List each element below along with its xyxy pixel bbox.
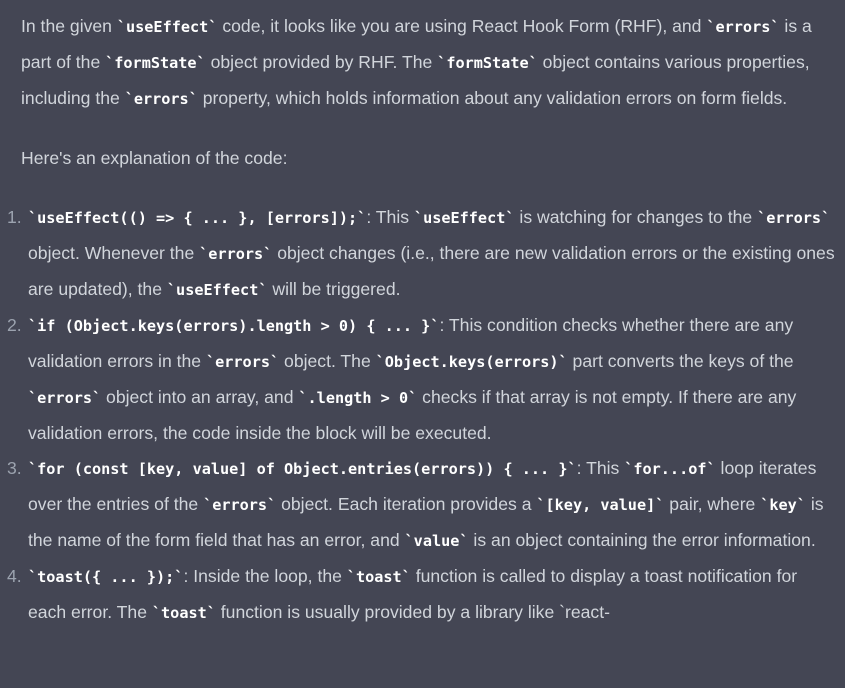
inline-code: `errors` <box>28 389 102 407</box>
inline-code: `Object.keys(errors)` <box>375 353 568 371</box>
inline-code: `if (Object.keys(errors).length > 0) { .… <box>28 317 440 335</box>
list-item: 4. `toast({ ... });`: Inside the loop, t… <box>7 559 839 631</box>
message-content: In the given `useEffect` code, it looks … <box>7 9 839 631</box>
list-item-text: `for (const [key, value] of Object.entri… <box>28 458 824 550</box>
list-number: 3. <box>7 458 22 478</box>
inline-code: `useEffect` <box>116 18 218 36</box>
inline-code: `.length > 0` <box>298 389 418 407</box>
inline-code: `toast` <box>151 604 216 622</box>
inline-code: `errors` <box>205 353 280 371</box>
inline-code: `for...of` <box>624 460 716 478</box>
inline-code: `errors` <box>706 18 780 36</box>
inline-code: `useEffect(() => { ... }, [errors]);` <box>28 209 367 227</box>
list-item-text: `toast({ ... });`: Inside the loop, the … <box>28 566 798 622</box>
list-number: 4. <box>7 566 22 586</box>
inline-code: `useEffect` <box>413 209 515 227</box>
inline-code: `key` <box>760 496 806 514</box>
inline-code: `value` <box>404 532 469 550</box>
inline-code: `formState` <box>437 54 538 72</box>
inline-code: `toast` <box>346 568 411 586</box>
inline-code: `errors` <box>199 245 273 263</box>
inline-code: `for (const [key, value] of Object.entri… <box>28 460 577 478</box>
list-item-text: `if (Object.keys(errors).length > 0) { .… <box>28 315 797 443</box>
inline-code: `[key, value]` <box>536 496 665 514</box>
inline-code: `useEffect` <box>166 281 268 299</box>
inline-code: `formState` <box>105 54 206 72</box>
list-item: 3. `for (const [key, value] of Object.en… <box>7 451 839 559</box>
list-number: 2. <box>7 315 22 335</box>
explanation-list: 1. `useEffect(() => { ... }, [errors]);`… <box>7 200 839 631</box>
lead-paragraph: Here's an explanation of the code: <box>21 148 288 168</box>
inline-code: `errors` <box>203 496 277 514</box>
list-item: 1. `useEffect(() => { ... }, [errors]);`… <box>7 200 839 308</box>
list-item: 2. `if (Object.keys(errors).length > 0) … <box>7 308 839 451</box>
inline-code: `errors` <box>757 209 831 227</box>
list-item-text: `useEffect(() => { ... }, [errors]);`: T… <box>28 207 835 299</box>
intro-paragraph: In the given `useEffect` code, it looks … <box>21 16 817 108</box>
inline-code: `toast({ ... });` <box>28 568 184 586</box>
list-number: 1. <box>7 207 22 227</box>
inline-code: `errors` <box>124 90 198 108</box>
